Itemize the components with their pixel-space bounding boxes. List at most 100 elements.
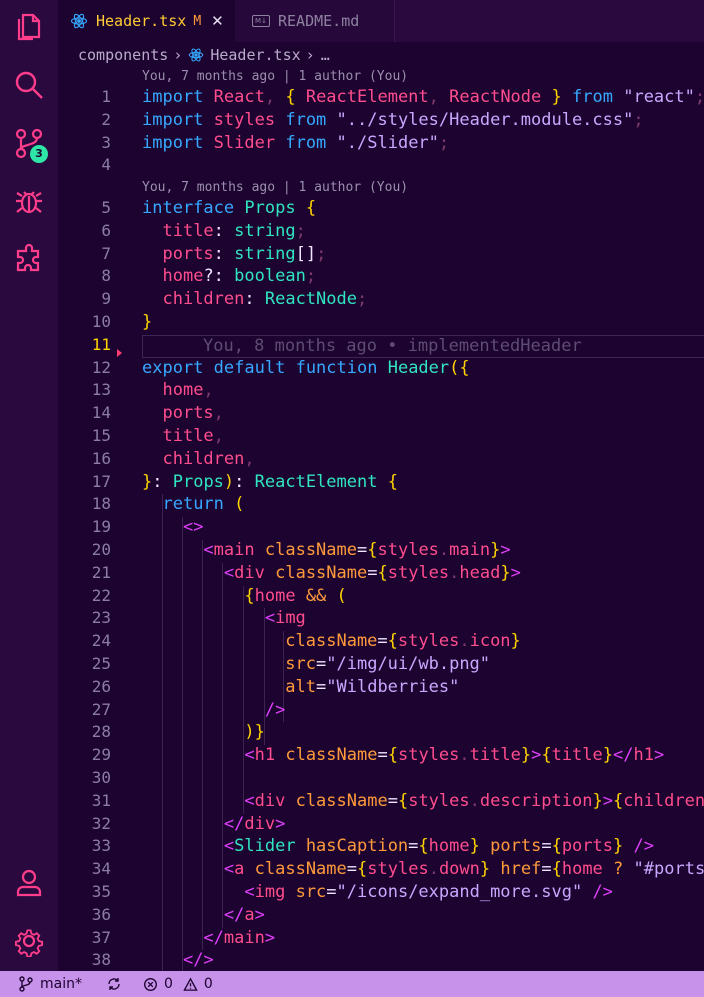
code-line[interactable]: 10} xyxy=(58,312,704,335)
code-line[interactable]: 27 /> xyxy=(58,700,704,723)
code-token: "react" xyxy=(623,87,695,107)
code-line[interactable]: 38 </> xyxy=(58,950,704,971)
code-line[interactable]: 22 {home && ( xyxy=(58,586,704,609)
account-icon[interactable] xyxy=(13,867,45,899)
code-line[interactable]: 17}: Props): ReactElement { xyxy=(58,472,704,495)
code-line[interactable]: 14 ports, xyxy=(58,403,704,426)
code-line[interactable]: 19 <> xyxy=(58,517,704,540)
code-token: { xyxy=(305,198,317,218)
debug-icon[interactable] xyxy=(13,185,45,217)
tab-readme-md[interactable]: M↓ README.md xyxy=(235,0,395,42)
code-token: React xyxy=(213,87,265,107)
branch-status[interactable]: main* xyxy=(18,971,82,997)
tab-header-tsx[interactable]: Header.tsx M ✕ xyxy=(58,0,235,42)
breadcrumb-folder[interactable]: components xyxy=(78,46,168,64)
breadcrumb-more[interactable]: … xyxy=(321,46,330,64)
code-token: styles xyxy=(397,631,460,652)
code-token: children xyxy=(162,448,245,469)
code-line[interactable]: 25 src="/img/ui/wb.png" xyxy=(58,654,704,677)
line-number: 21 xyxy=(91,562,111,582)
code-token: ; xyxy=(438,132,450,153)
code-line[interactable]: 9 children: ReactNode; xyxy=(58,289,704,312)
code-text: <Slider hasCaption={home} ports={ports} … xyxy=(142,836,654,856)
code-line[interactable]: 2 import styles from "../styles/Header.mo… xyxy=(58,110,704,133)
code-line[interactable]: 37 </main> xyxy=(58,928,704,951)
git-change-marker[interactable] xyxy=(117,348,122,357)
code-line[interactable]: 20 <main className={styles.main}> xyxy=(58,540,704,563)
code-line[interactable]: 35 <img src="/icons/expand_more.svg" /> xyxy=(58,882,704,905)
code-token: { xyxy=(367,540,378,560)
code-line[interactable]: 12 export default function Header({ xyxy=(58,358,704,381)
code-line[interactable]: 36 </a> xyxy=(58,905,704,928)
close-icon[interactable]: ✕ xyxy=(211,12,224,30)
code-line[interactable]: 21 <div className={styles.head}> xyxy=(58,563,704,586)
code-line[interactable]: 15 title, xyxy=(58,426,704,449)
code-line[interactable]: 33 <Slider hasCaption={home} ports={port… xyxy=(58,836,704,859)
settings-gear-icon[interactable] xyxy=(13,925,45,957)
code-token: styles xyxy=(397,745,460,766)
code-text: src="/img/ui/wb.png" xyxy=(142,654,490,674)
code-line[interactable]: 24 className={styles.icon} xyxy=(58,631,704,654)
code-line[interactable]: 31 <div className={styles.description}>{… xyxy=(58,791,704,814)
code-token: } xyxy=(510,631,521,652)
code-line[interactable]: 32 </div> xyxy=(58,814,704,837)
code-line[interactable]: 18 return ( xyxy=(58,494,704,517)
code-line[interactable]: 16 children, xyxy=(58,449,704,472)
code-token: hasCaption xyxy=(305,836,409,857)
code-editor[interactable]: You, 7 months ago | 1 author (You) You, 7… xyxy=(58,66,704,971)
code-token: Props xyxy=(244,198,296,218)
code-line[interactable]: 5 interface Props { xyxy=(58,198,704,221)
codelens-author[interactable]: You, 7 months ago | 1 author (You) xyxy=(142,180,704,195)
code-line[interactable]: 13 home, xyxy=(58,380,704,403)
code-line[interactable]: 3 import Slider from "./Slider"; xyxy=(58,133,704,156)
code-line[interactable]: 28 )} xyxy=(58,722,704,745)
code-token: down xyxy=(438,859,480,880)
problems-status[interactable]: 0 0 xyxy=(143,971,213,997)
code-token: } xyxy=(490,540,501,560)
code-line[interactable]: 4 xyxy=(58,155,704,178)
breadcrumb-file[interactable]: Header.tsx xyxy=(210,46,300,64)
line-number: 28 xyxy=(91,722,111,742)
code-text: className={styles.icon} xyxy=(142,631,521,651)
sync-status[interactable] xyxy=(106,971,128,997)
extensions-icon[interactable] xyxy=(13,243,45,275)
code-text: {home && ( xyxy=(142,586,346,606)
code-line[interactable]: 29 <h1 className={styles.title}>{title}<… xyxy=(58,745,704,768)
code-text: interface Props { xyxy=(142,198,316,218)
code-line[interactable]: 30 xyxy=(58,768,704,791)
code-token: { xyxy=(418,836,429,857)
code-token: Props xyxy=(172,471,224,492)
line-number: 3 xyxy=(101,132,111,152)
code-token: ports xyxy=(490,836,542,857)
codelens-author[interactable]: You, 7 months ago | 1 author (You) xyxy=(142,69,704,84)
code-token: . xyxy=(459,631,470,652)
code-token: } xyxy=(520,745,532,766)
code-token: ({ xyxy=(449,357,470,378)
code-token: string xyxy=(234,220,296,241)
search-icon[interactable] xyxy=(13,69,45,101)
code-token: className xyxy=(275,562,368,583)
line-number: 23 xyxy=(91,608,111,628)
code-line[interactable]: 11 You, 8 months ago • implementedHeader xyxy=(58,334,704,358)
code-token: > xyxy=(653,745,665,766)
code-token: { xyxy=(285,87,306,107)
line-number: 25 xyxy=(91,654,111,673)
code-line[interactable]: 8 home?: boolean; xyxy=(58,266,704,289)
code-line[interactable]: 7 ports: string[]; xyxy=(58,244,704,267)
code-line[interactable]: 1 import React, { ReactElement, ReactNode… xyxy=(58,87,704,110)
code-line[interactable]: 34 <a className={styles.down} href={home… xyxy=(58,859,704,882)
code-token: Slider xyxy=(213,132,276,153)
code-token: img xyxy=(275,608,306,629)
code-line[interactable]: 26 alt="Wildberries" xyxy=(58,677,704,700)
code-line[interactable]: 23 <img xyxy=(58,608,704,631)
explorer-icon[interactable] xyxy=(13,11,45,43)
code-line[interactable]: 6 title: string; xyxy=(58,221,704,244)
